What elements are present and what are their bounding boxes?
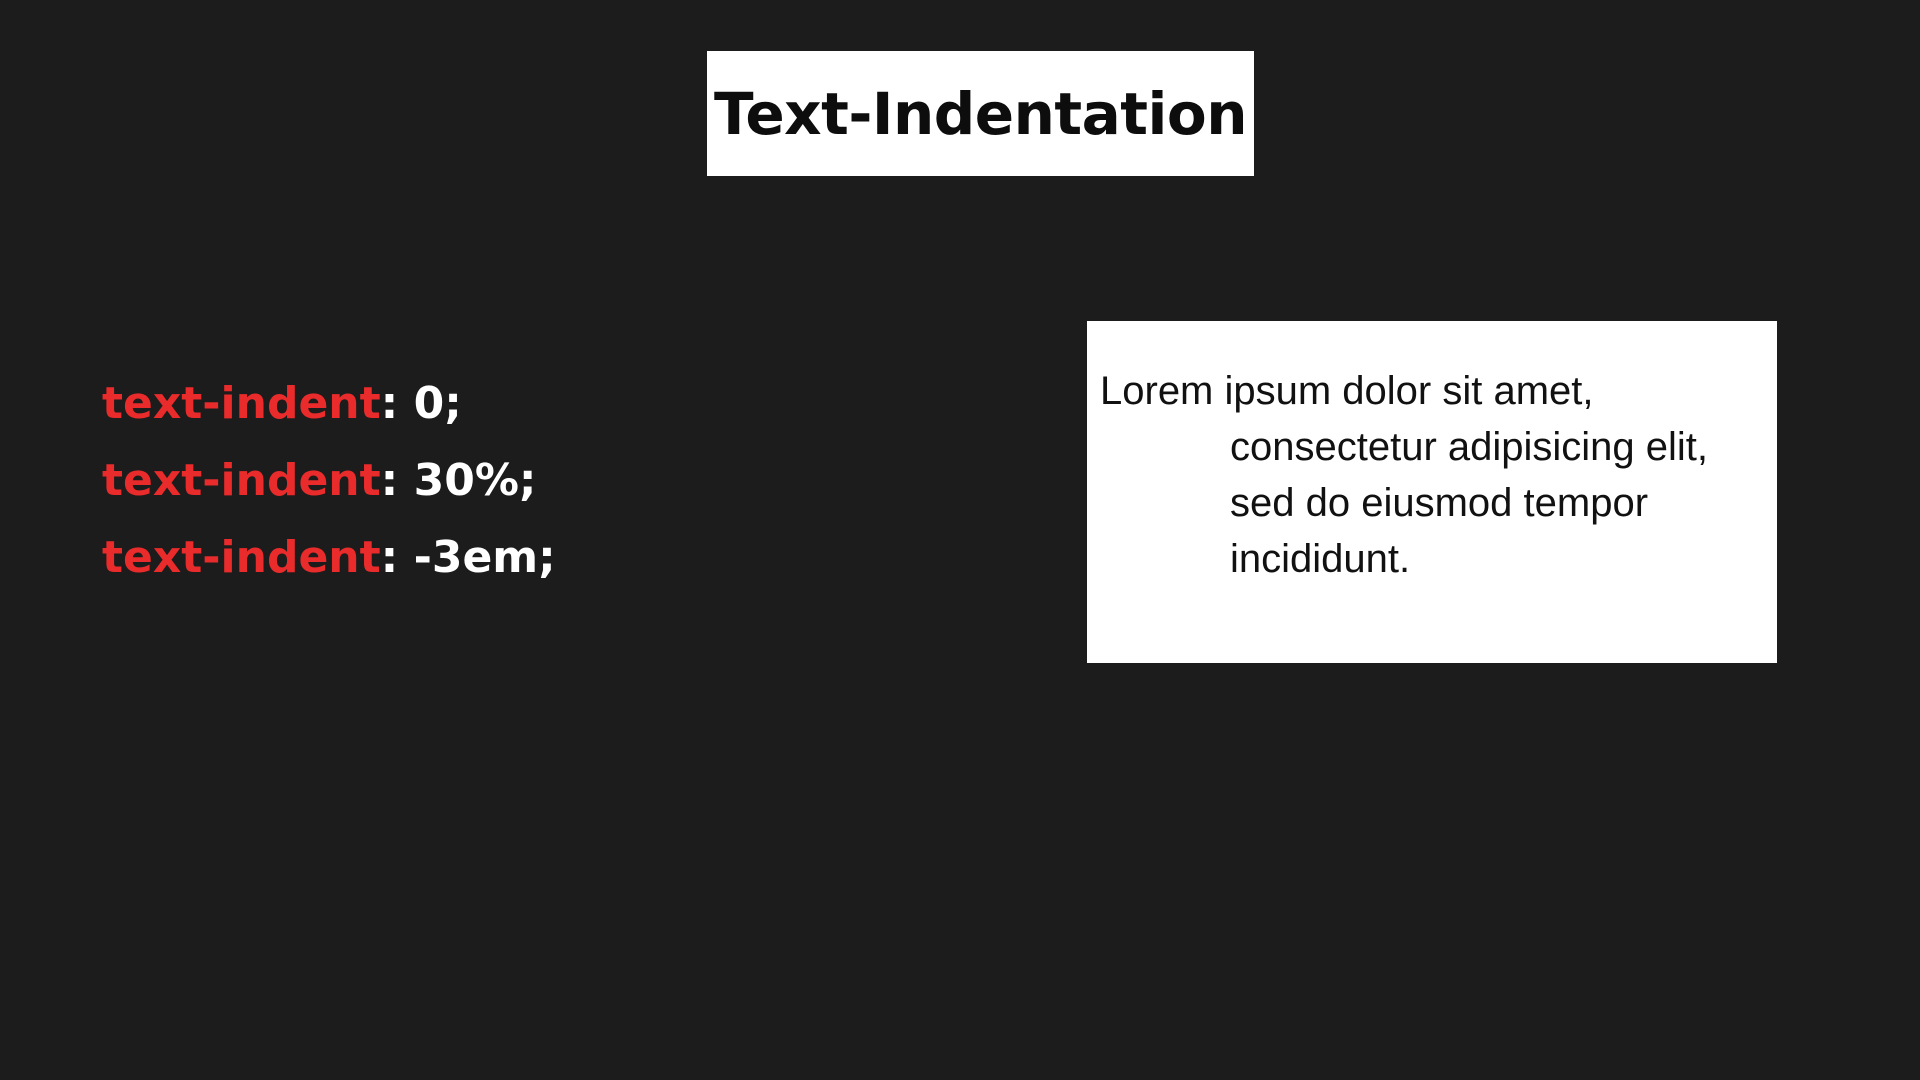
code-line: text-indent: -3em; bbox=[102, 519, 802, 596]
css-property: text-indent bbox=[102, 532, 381, 583]
slide-title: Text-Indentation bbox=[713, 79, 1248, 148]
css-property: text-indent bbox=[102, 455, 381, 506]
css-value: -3em; bbox=[398, 532, 556, 583]
demo-paragraph: Lorem ipsum dolor sit amet, consectetur … bbox=[1100, 369, 1709, 581]
css-property: text-indent bbox=[102, 378, 381, 429]
demo-panel: Lorem ipsum dolor sit amet, consectetur … bbox=[1087, 321, 1777, 663]
css-colon: : bbox=[380, 378, 399, 429]
code-line: text-indent: 0; bbox=[102, 365, 802, 442]
code-examples: text-indent: 0; text-indent: 30%; text-i… bbox=[102, 365, 802, 596]
css-value: 0; bbox=[398, 378, 462, 429]
code-line: text-indent: 30%; bbox=[102, 442, 802, 519]
css-value: 30%; bbox=[398, 455, 537, 506]
css-colon: : bbox=[380, 455, 399, 506]
title-box: Text-Indentation bbox=[707, 51, 1254, 176]
css-colon: : bbox=[380, 532, 399, 583]
slide: Text-Indentation text-indent: 0; text-in… bbox=[0, 0, 1920, 1080]
